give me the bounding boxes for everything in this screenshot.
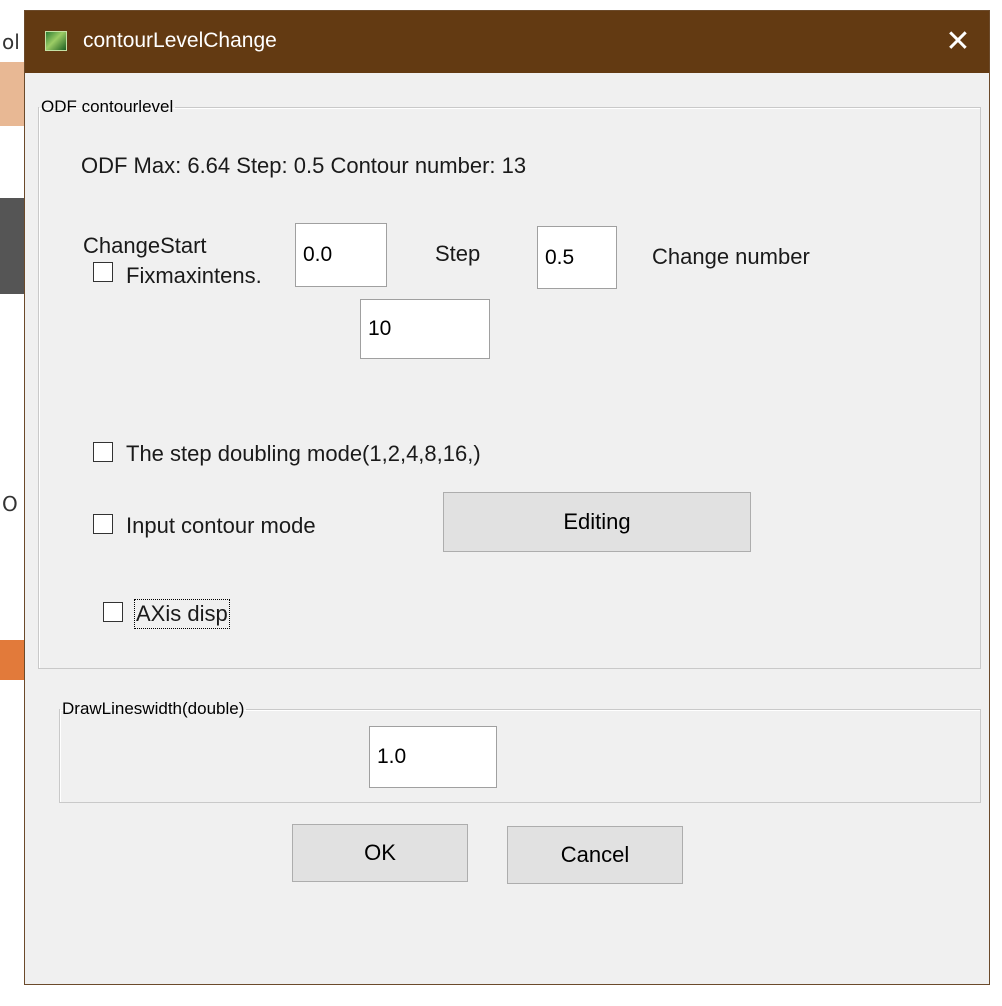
line-width-input[interactable] — [369, 726, 497, 788]
ok-button[interactable]: OK — [292, 824, 468, 882]
odf-contourlevel-legend: ODF contourlevel — [41, 97, 174, 116]
background-window-left: ol O — [0, 0, 24, 1006]
odf-info-text: ODF Max: 6.64 Step: 0.5 Contour number: … — [81, 153, 527, 178]
step-label: Step — [435, 241, 481, 266]
odf-contourlevel-group: ODF contourlevel — [38, 97, 981, 669]
close-button[interactable]: ✕ — [927, 11, 989, 73]
step-doubling-label: The step doubling mode(1,2,4,8,16,) — [126, 441, 481, 466]
draw-lines-width-group: DrawLineswidth(double) — [59, 699, 981, 803]
change-start-input[interactable] — [295, 223, 387, 287]
contour-level-dialog: contourLevelChange ✕ ODF contourlevel OD… — [24, 10, 990, 985]
window-title: contourLevelChange — [83, 29, 277, 52]
app-icon — [45, 31, 67, 51]
axis-disp-label: AXis disp — [134, 599, 230, 629]
title-bar[interactable]: contourLevelChange ✕ — [25, 11, 989, 73]
cancel-button[interactable]: Cancel — [507, 826, 683, 884]
input-contour-checkbox[interactable] — [93, 514, 113, 534]
draw-lines-width-legend: DrawLineswidth(double) — [62, 699, 245, 718]
editing-button[interactable]: Editing — [443, 492, 751, 552]
background-window-right — [990, 0, 1002, 1006]
fixmax-input[interactable] — [360, 299, 490, 359]
fixmax-label: Fixmaxintens. — [126, 263, 262, 288]
fixmax-checkbox[interactable] — [93, 262, 113, 282]
background-window-bottom — [0, 985, 1002, 1006]
change-number-label: Change number — [652, 244, 810, 269]
change-start-label: ChangeStart — [83, 233, 207, 258]
step-input[interactable] — [537, 226, 617, 289]
step-doubling-checkbox[interactable] — [93, 442, 113, 462]
input-contour-label: Input contour mode — [126, 513, 316, 538]
axis-disp-checkbox[interactable] — [103, 602, 123, 622]
